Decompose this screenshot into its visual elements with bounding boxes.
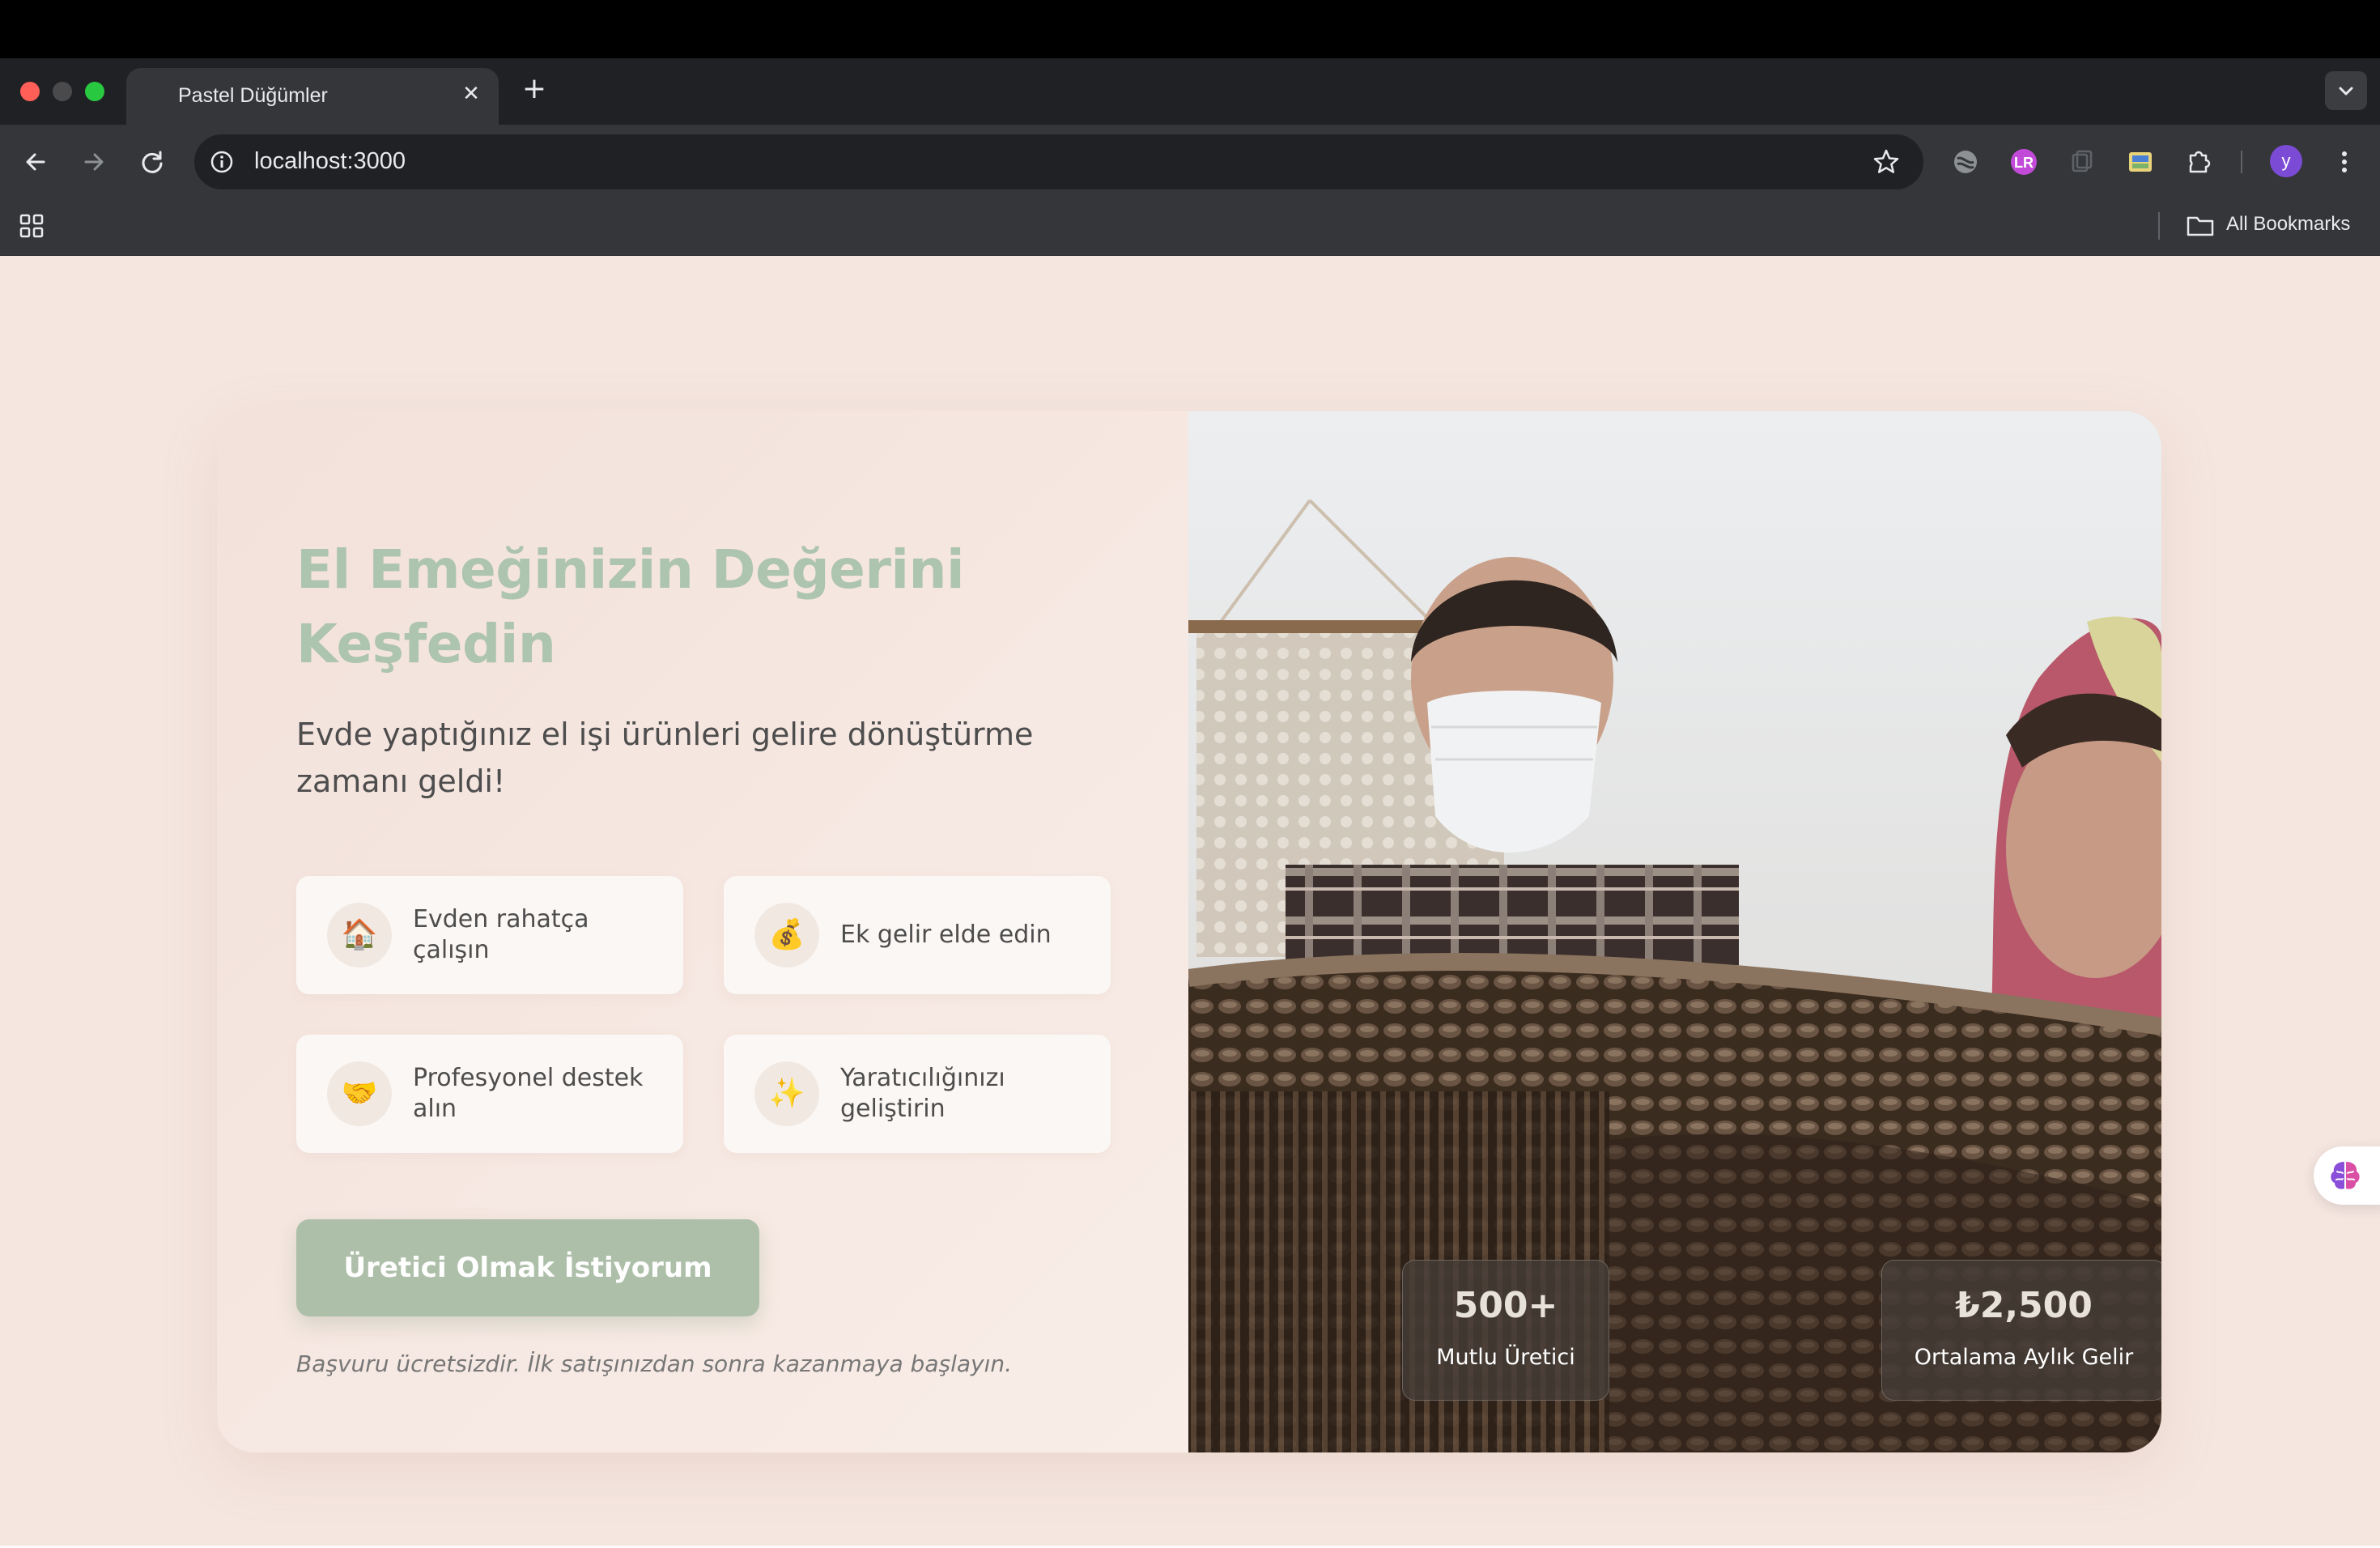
extension-blocker-button[interactable] [1948,144,1983,180]
house-icon: 🏠 [327,903,392,968]
back-button[interactable] [18,144,53,180]
extension-lr-button[interactable]: LR [2006,144,2042,180]
stat-value: 500+ [1453,1285,1558,1326]
apps-grid-icon[interactable] [18,212,45,240]
sparkles-icon: ✨ [754,1061,819,1126]
handshake-icon: 🤝 [327,1061,392,1126]
browser-tab[interactable]: Pastel Düğümler ✕ [126,68,499,126]
hero-title: El Emeğinizin Değerini Keşfedin [296,533,1106,682]
floating-assistant-button[interactable] [2314,1146,2380,1205]
blocked-circle-icon [1954,151,1977,173]
hero-photo: 500+ Mutlu Üretici ₺2,500 Ortalama Aylık… [1188,411,2161,1452]
browser-menu-button[interactable] [2327,144,2362,180]
feature-card-work-from-home: 🏠 Evden rahatça çalışın [296,876,683,994]
feature-text: Evden rahatça çalışın [413,905,589,964]
kebab-menu-icon [2342,151,2347,172]
hero-title-line2: Keşfedin [296,613,556,675]
close-window-button[interactable] [20,82,40,101]
stat-label: Ortalama Aylık Gelir [1914,1345,2134,1370]
extension-image-button[interactable] [2123,144,2158,180]
tab-search-button[interactable] [2325,71,2367,110]
bookmarks-bar [0,199,2380,256]
stat-value: ₺2,500 [1955,1285,2093,1326]
feature-text: Ek gelir elde edin [840,921,1052,949]
feature-text: Profesyonel destek alın [413,1064,644,1123]
bookmarks-separator [2158,212,2160,240]
stat-card-producers: 500+ Mutlu Üretici [1402,1260,1609,1401]
svg-text:LR: LR [2014,155,2034,171]
extensions-menu-button[interactable] [2181,144,2216,180]
brain-icon [2331,1162,2360,1189]
reload-icon [142,151,163,173]
folder-icon[interactable] [2186,214,2215,238]
page-viewport: El Emeğinizin Değerini Keşfedin Evde yap… [0,256,2380,1548]
copy-icon [2072,150,2093,172]
feature-card-creativity: ✨ Yaratıcılığınızı geliştirin [724,1035,1111,1153]
tab-close-icon[interactable]: ✕ [457,79,486,108]
hero-card: El Emeğinizin Değerini Keşfedin Evde yap… [217,411,2161,1452]
site-info-icon[interactable] [209,149,235,175]
url-text[interactable]: localhost:3000 [254,148,406,175]
application-note: Başvuru ücretsizdir. İlk satışınızdan so… [296,1350,1012,1377]
hero-title-line1: El Emeğinizin Değerini [296,538,965,601]
maximize-window-button[interactable] [85,82,104,101]
feature-card-support: 🤝 Profesyonel destek alın [296,1035,683,1153]
feature-card-extra-income: 💰 Ek gelir elde edin [724,876,1111,994]
forward-arrow-icon [84,153,104,171]
forward-button[interactable] [76,144,112,180]
all-bookmarks-link[interactable]: All Bookmarks [2226,213,2350,236]
hero-subtitle: Evde yaptığınız el işi ürünleri gelire d… [296,717,1034,799]
screen-top-bar [0,0,2380,58]
chevron-down-icon [2339,87,2353,96]
toolbar-separator [2241,151,2242,173]
bookmark-star-icon[interactable] [1872,147,1901,176]
stat-label: Mutlu Üretici [1436,1345,1575,1370]
address-bar[interactable]: localhost:3000 [194,134,1923,189]
stat-card-income: ₺2,500 Ortalama Aylık Gelir [1881,1260,2161,1401]
extension-copy-button[interactable] [2064,144,2100,180]
profile-avatar[interactable]: y [2270,145,2302,177]
reload-button[interactable] [134,144,170,180]
minimize-window-button[interactable] [53,82,72,101]
tab-title: Pastel Düğümler [178,84,328,107]
become-producer-button[interactable]: Üretici Olmak İstiyorum [296,1219,759,1316]
puzzle-icon [2189,151,2211,173]
lr-extension-icon: LR [2011,149,2037,175]
new-tab-button[interactable]: + [518,73,550,105]
image-extension-icon [2129,152,2152,172]
back-arrow-icon [26,153,45,171]
money-bag-icon: 💰 [754,903,819,968]
feature-text: Yaratıcılığınızı geliştirin [840,1064,1005,1123]
